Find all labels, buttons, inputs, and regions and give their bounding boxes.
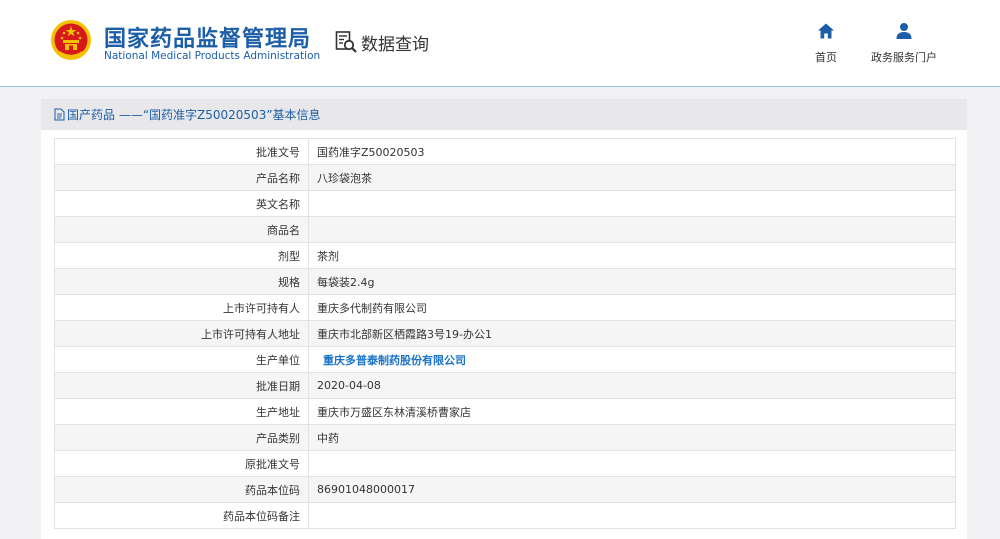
table-row: 剂型 茶剂 <box>54 242 956 269</box>
field-label: 原批准文号 <box>54 450 309 477</box>
field-label: 批准文号 <box>54 138 309 165</box>
field-label: 药品本位码 <box>54 476 309 503</box>
table-row: 规格 每袋装2.4g <box>54 268 956 295</box>
field-value: 中药 <box>308 424 956 451</box>
data-query-label: 数据查询 <box>361 34 429 55</box>
field-value <box>308 502 956 529</box>
field-label: 生产单位 <box>54 346 309 373</box>
field-label: 商品名 <box>54 216 309 243</box>
field-label: 英文名称 <box>54 190 309 217</box>
field-value: 重庆市北部新区栖霞路3号19-办公1 <box>308 320 956 347</box>
table-row: 上市许可持有人地址 重庆市北部新区栖霞路3号19-办公1 <box>54 320 956 347</box>
nav-home[interactable]: 首页 <box>808 22 844 65</box>
field-value: 国药准字Z50020503 <box>308 138 956 165</box>
field-label: 批准日期 <box>54 372 309 399</box>
table-row: 生产单位 重庆多普泰制药股份有限公司 <box>54 346 956 373</box>
field-label: 产品名称 <box>54 164 309 191</box>
nav-home-label: 首页 <box>815 51 837 64</box>
field-label: 规格 <box>54 268 309 295</box>
site-header: 国家药品监督管理局 National Medical Products Admi… <box>0 0 1000 87</box>
table-row: 批准日期 2020-04-08 <box>54 372 956 399</box>
national-emblem-icon <box>51 20 91 60</box>
table-row: 药品本位码备注 <box>54 502 956 529</box>
manufacturer-link[interactable]: 重庆多普泰制药股份有限公司 <box>308 346 956 373</box>
field-label: 药品本位码备注 <box>54 502 309 529</box>
nav-service-portal-label: 政务服务门户 <box>871 51 937 64</box>
site-title[interactable]: 国家药品监督管理局 <box>104 21 311 53</box>
table-row: 英文名称 <box>54 190 956 217</box>
field-value: 八珍袋泡茶 <box>308 164 956 191</box>
field-value: 每袋装2.4g <box>308 268 956 295</box>
header-divider <box>0 86 1000 87</box>
field-value: 86901048000017 <box>308 476 956 503</box>
table-row: 原批准文号 <box>54 450 956 477</box>
field-label: 上市许可持有人地址 <box>54 320 309 347</box>
table-row: 上市许可持有人 重庆多代制药有限公司 <box>54 294 956 321</box>
field-label: 生产地址 <box>54 398 309 425</box>
site-subtitle: National Medical Products Administration <box>104 50 321 62</box>
nav-service-portal[interactable]: 政务服务门户 <box>862 22 946 65</box>
data-query-heading[interactable]: 数据查询 <box>334 30 429 55</box>
home-icon <box>818 23 834 39</box>
table-row: 产品类别 中药 <box>54 424 956 451</box>
field-value: 2020-04-08 <box>308 372 956 399</box>
field-value <box>308 190 956 217</box>
table-row: 药品本位码 86901048000017 <box>54 476 956 503</box>
user-icon <box>896 23 912 39</box>
field-label: 剂型 <box>54 242 309 269</box>
field-value: 重庆市万盛区东林清溪桥曹家店 <box>308 398 956 425</box>
field-value: 重庆多代制药有限公司 <box>308 294 956 321</box>
table-row: 产品名称 八珍袋泡茶 <box>54 164 956 191</box>
panel-title: 国产药品 ——“国药准字Z50020503”基本信息 <box>67 108 321 122</box>
drug-info-panel: 国产药品 ——“国药准字Z50020503”基本信息 批准文号 国药准字Z5002… <box>41 99 967 539</box>
field-value: 茶剂 <box>308 242 956 269</box>
document-icon <box>54 108 65 121</box>
field-value <box>308 450 956 477</box>
table-row: 商品名 <box>54 216 956 243</box>
basic-info-table: 批准文号 国药准字Z50020503 产品名称 八珍袋泡茶 英文名称 商品名 剂型茶… <box>54 138 956 529</box>
document-search-icon <box>335 31 357 53</box>
field-label: 上市许可持有人 <box>54 294 309 321</box>
field-value <box>308 216 956 243</box>
field-label: 产品类别 <box>54 424 309 451</box>
table-row: 生产地址 重庆市万盛区东林清溪桥曹家店 <box>54 398 956 425</box>
panel-header: 国产药品 ——“国药准字Z50020503”基本信息 <box>41 99 967 130</box>
table-row: 批准文号 国药准字Z50020503 <box>54 138 956 165</box>
